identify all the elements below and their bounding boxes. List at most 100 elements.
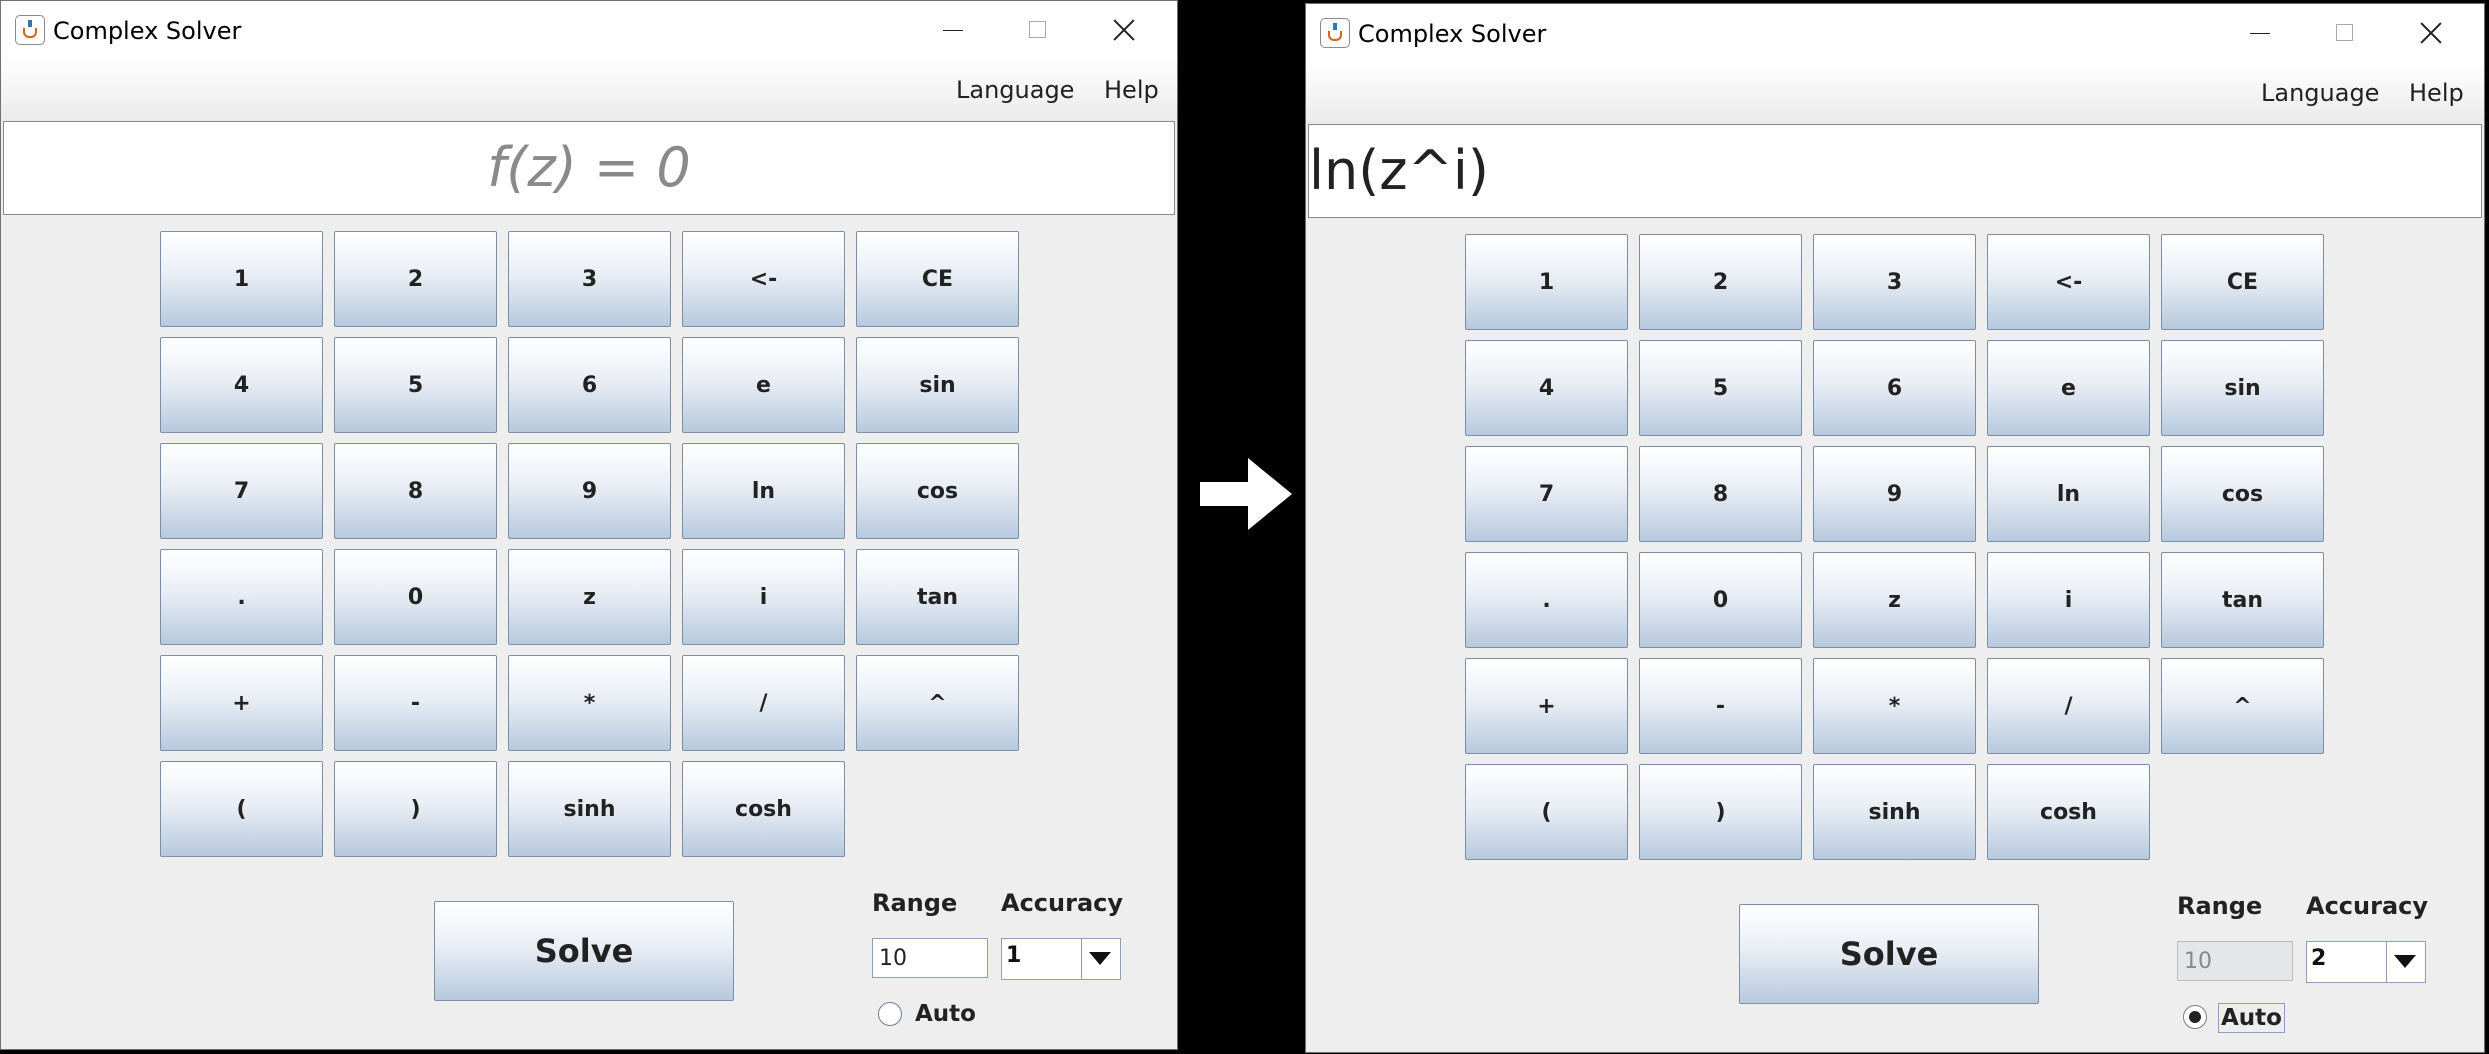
range-input[interactable]: 10 xyxy=(2177,941,2293,981)
key-e[interactable]: e xyxy=(682,337,845,433)
key-close-paren[interactable]: ) xyxy=(1639,764,1802,860)
key-1[interactable]: 1 xyxy=(160,231,323,327)
key-5[interactable]: 5 xyxy=(1639,340,1802,436)
java-cup-icon xyxy=(15,15,45,45)
dropdown-arrow-icon[interactable] xyxy=(2394,955,2416,968)
accuracy-divider xyxy=(1081,939,1082,979)
menu-language[interactable]: Language xyxy=(956,76,1074,104)
close-icon[interactable] xyxy=(1105,11,1143,49)
key-cos[interactable]: cos xyxy=(856,443,1019,539)
range-label: Range xyxy=(2177,892,2263,920)
key-7[interactable]: 7 xyxy=(160,443,323,539)
key-cos[interactable]: cos xyxy=(2161,446,2324,542)
key-power[interactable]: ^ xyxy=(856,655,1019,751)
key-ln[interactable]: ln xyxy=(682,443,845,539)
window-before: Complex Solver Language Help f(z) = 0 1 … xyxy=(0,0,1178,1050)
keypad: 1 2 3 <- CE 4 5 6 e sin 7 8 9 ln cos . 0… xyxy=(1465,234,2328,864)
key-i[interactable]: i xyxy=(1987,552,2150,648)
window-title: Complex Solver xyxy=(1358,20,1547,48)
auto-label[interactable]: Auto xyxy=(913,1000,978,1028)
java-cup-icon xyxy=(1320,18,1350,48)
key-5[interactable]: 5 xyxy=(334,337,497,433)
key-tan[interactable]: tan xyxy=(856,549,1019,645)
key-8[interactable]: 8 xyxy=(334,443,497,539)
auto-radio[interactable] xyxy=(878,1002,902,1026)
accuracy-value: 1 xyxy=(1006,943,1022,968)
auto-radio[interactable] xyxy=(2183,1005,2207,1029)
auto-label[interactable]: Auto xyxy=(2218,1003,2285,1033)
key-i[interactable]: i xyxy=(682,549,845,645)
key-divide[interactable]: / xyxy=(682,655,845,751)
key-1[interactable]: 1 xyxy=(1465,234,1628,330)
key-3[interactable]: 3 xyxy=(1813,234,1976,330)
key-cosh[interactable]: cosh xyxy=(682,761,845,857)
key-plus[interactable]: + xyxy=(1465,658,1628,754)
accuracy-label: Accuracy xyxy=(1001,889,1124,917)
key-backspace[interactable]: <- xyxy=(682,231,845,327)
minimize-icon[interactable] xyxy=(2241,14,2279,52)
window-title: Complex Solver xyxy=(53,17,242,45)
minimize-icon[interactable] xyxy=(934,11,972,49)
key-0[interactable]: 0 xyxy=(1639,552,1802,648)
key-open-paren[interactable]: ( xyxy=(160,761,323,857)
key-power[interactable]: ^ xyxy=(2161,658,2324,754)
key-3[interactable]: 3 xyxy=(508,231,671,327)
range-label: Range xyxy=(872,889,958,917)
key-sinh[interactable]: sinh xyxy=(508,761,671,857)
dropdown-arrow-icon[interactable] xyxy=(1089,952,1111,965)
expression-field[interactable]: ln(z^i) xyxy=(1308,124,2482,218)
key-dot[interactable]: . xyxy=(1465,552,1628,648)
key-e[interactable]: e xyxy=(1987,340,2150,436)
key-6[interactable]: 6 xyxy=(508,337,671,433)
accuracy-label: Accuracy xyxy=(2306,892,2429,920)
expression-field[interactable]: f(z) = 0 xyxy=(3,121,1175,215)
key-sin[interactable]: sin xyxy=(2161,340,2324,436)
menu-bar: Language Help xyxy=(1306,62,2484,124)
menu-language[interactable]: Language xyxy=(2261,79,2379,107)
key-plus[interactable]: + xyxy=(160,655,323,751)
key-4[interactable]: 4 xyxy=(1465,340,1628,436)
key-minus[interactable]: - xyxy=(1639,658,1802,754)
menu-help[interactable]: Help xyxy=(2409,79,2464,107)
key-sin[interactable]: sin xyxy=(856,337,1019,433)
accuracy-select[interactable]: 2 xyxy=(2306,941,2426,983)
key-z[interactable]: z xyxy=(1813,552,1976,648)
key-4[interactable]: 4 xyxy=(160,337,323,433)
key-cosh[interactable]: cosh xyxy=(1987,764,2150,860)
title-bar: Complex Solver xyxy=(1306,4,2484,62)
key-open-paren[interactable]: ( xyxy=(1465,764,1628,860)
accuracy-select[interactable]: 1 xyxy=(1001,938,1121,980)
maximize-icon[interactable] xyxy=(2326,14,2364,52)
key-2[interactable]: 2 xyxy=(1639,234,1802,330)
solve-button[interactable]: Solve xyxy=(1739,904,2039,1004)
key-minus[interactable]: - xyxy=(334,655,497,751)
key-9[interactable]: 9 xyxy=(1813,446,1976,542)
key-close-paren[interactable]: ) xyxy=(334,761,497,857)
key-z[interactable]: z xyxy=(508,549,671,645)
accuracy-value: 2 xyxy=(2311,946,2327,971)
key-backspace[interactable]: <- xyxy=(1987,234,2150,330)
close-icon[interactable] xyxy=(2412,14,2450,52)
accuracy-divider xyxy=(2386,942,2387,982)
key-ln[interactable]: ln xyxy=(1987,446,2150,542)
key-divide[interactable]: / xyxy=(1987,658,2150,754)
solve-button[interactable]: Solve xyxy=(434,901,734,1001)
range-input[interactable]: 10 xyxy=(872,938,988,978)
key-2[interactable]: 2 xyxy=(334,231,497,327)
key-multiply[interactable]: * xyxy=(508,655,671,751)
maximize-icon[interactable] xyxy=(1019,11,1057,49)
key-multiply[interactable]: * xyxy=(1813,658,1976,754)
title-bar: Complex Solver xyxy=(1,1,1177,59)
key-dot[interactable]: . xyxy=(160,549,323,645)
key-7[interactable]: 7 xyxy=(1465,446,1628,542)
key-clear[interactable]: CE xyxy=(856,231,1019,327)
window-after: Complex Solver Language Help ln(z^i) 1 2… xyxy=(1305,3,2485,1053)
key-6[interactable]: 6 xyxy=(1813,340,1976,436)
key-9[interactable]: 9 xyxy=(508,443,671,539)
key-tan[interactable]: tan xyxy=(2161,552,2324,648)
key-clear[interactable]: CE xyxy=(2161,234,2324,330)
key-0[interactable]: 0 xyxy=(334,549,497,645)
menu-help[interactable]: Help xyxy=(1104,76,1159,104)
key-sinh[interactable]: sinh xyxy=(1813,764,1976,860)
key-8[interactable]: 8 xyxy=(1639,446,1802,542)
